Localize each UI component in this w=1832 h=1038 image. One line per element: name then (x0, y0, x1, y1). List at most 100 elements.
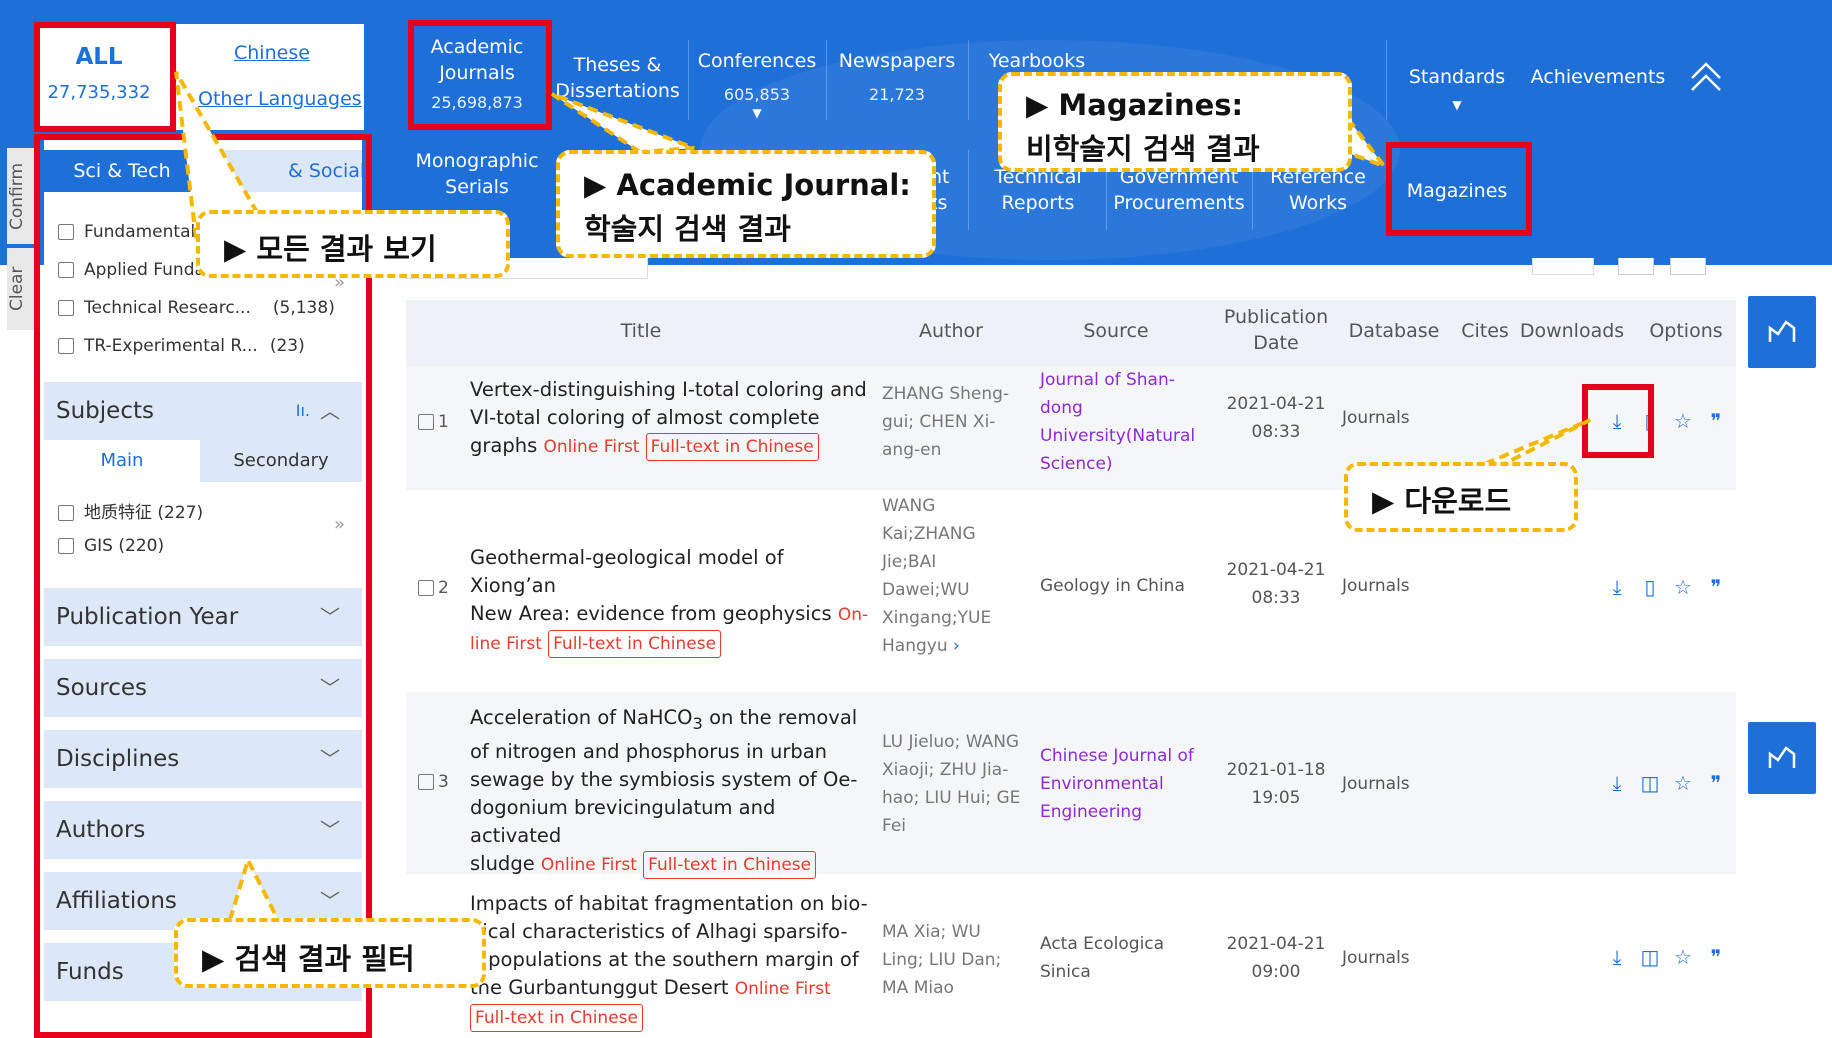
favorite-star-icon[interactable]: ☆ (1672, 410, 1694, 432)
author-line: ang-en (882, 440, 942, 460)
cite-icon[interactable]: ❞ (1705, 946, 1727, 968)
row-source-link[interactable]: Journal of Shan- dong University(Natural… (1040, 366, 1195, 478)
tab-newspapers-label: Newspapers (838, 50, 956, 72)
read-online-icon[interactable]: ◫ (1639, 946, 1661, 968)
tab-newspapers[interactable]: Newspapers 21,723 (830, 48, 964, 108)
checkbox[interactable] (418, 774, 434, 790)
callout-text: ▶ 다운로드 (1372, 484, 1512, 518)
title-part: Acceleration of NaHCO (470, 706, 693, 729)
visual-analysis-button[interactable] (1748, 722, 1816, 794)
checkbox[interactable] (418, 414, 434, 430)
cite-icon[interactable]: ❞ (1705, 772, 1727, 794)
row-author[interactable]: WANG Kai;ZHANG Jie;BAI Dawei;WU Xingang;… (882, 492, 991, 660)
col-downloads[interactable]: Downloads (1516, 320, 1628, 342)
table-row: Impacts of habitat fragmentation on bio-… (406, 874, 1736, 1038)
col-source[interactable]: Source (1066, 320, 1166, 342)
row-checkbox[interactable]: 1 (418, 412, 449, 432)
tab-standards[interactable]: Standards ▼ (1392, 64, 1522, 120)
row-author[interactable]: LU Jieluo; WANG Xiaoji; ZHU Jia- hao; LI… (882, 728, 1020, 840)
highlight-all-scope (34, 22, 176, 132)
source-line: Chinese Journal of (1040, 746, 1194, 766)
nav-divider (968, 150, 969, 230)
author-line: MA Miao (882, 978, 954, 998)
title-line: graphs (470, 434, 538, 457)
row-checkbox[interactable]: 3 (418, 772, 449, 792)
row-database: Journals (1342, 948, 1410, 968)
source-line: Engineering (1040, 802, 1142, 822)
scope-other-languages-link[interactable]: Other Languages (198, 88, 362, 110)
title-line: gical characteristics of Alhagi sparsifo… (470, 920, 848, 943)
row-date: 2021-04-21 08:33 (1206, 390, 1346, 446)
title-line: dogonium brevicingulatum and activated (470, 795, 776, 847)
row-title-link[interactable]: Impacts of habitat fragmentation on bio-… (470, 890, 870, 1032)
date-text: 2021-04-21 (1226, 934, 1326, 954)
chevron-down-icon: ▼ (752, 106, 762, 120)
checkbox[interactable] (418, 580, 434, 596)
title-line: of nitrogen and phosphorus in urban (470, 739, 828, 763)
tab-conferences-count: 605,853 (723, 85, 791, 104)
col-author[interactable]: Author (906, 320, 996, 342)
tab-reference-label2: Works (1288, 192, 1347, 214)
row-checkbox[interactable]: 2 (418, 578, 449, 598)
download-icon[interactable]: ⤓ (1606, 576, 1628, 598)
col-cites[interactable]: Cites (1452, 320, 1518, 342)
tab-theses[interactable]: Theses & Dissertations (550, 52, 685, 104)
row-number: 1 (438, 412, 449, 432)
download-icon[interactable]: ⤓ (1606, 772, 1628, 794)
html-read-icon[interactable]: ▯ (1639, 576, 1661, 598)
download-icon[interactable]: ⤓ (1606, 946, 1628, 968)
row-source-link[interactable]: Geology in China (1040, 572, 1185, 600)
tab-yearbooks[interactable]: Yearbooks (972, 48, 1102, 74)
trend-chart-icon (1768, 746, 1796, 768)
scope-chinese-link[interactable]: Chinese (234, 42, 310, 64)
row-title-link[interactable]: Geothermal-geological model of Xiong’an … (470, 544, 870, 658)
row-date: 2021-01-18 19:05 (1206, 756, 1346, 812)
favorite-star-icon[interactable]: ☆ (1672, 946, 1694, 968)
callout-text: ▶ 모든 결과 보기 (224, 232, 437, 266)
author-line: hao; LIU Hui; GE (882, 788, 1021, 808)
row-title-link[interactable]: Vertex-distinguishing Ⅰ-total coloring a… (470, 376, 870, 461)
row-database: Journals (1342, 408, 1410, 428)
cite-icon[interactable]: ❞ (1705, 576, 1727, 598)
title-line: Vertex-distinguishing Ⅰ-total coloring a… (470, 378, 867, 401)
list-view-icon[interactable] (1618, 258, 1654, 275)
tab-conferences[interactable]: Conferences 605,853 ▼ (692, 48, 822, 120)
author-line: Xingang;YUE (882, 608, 992, 628)
read-online-icon[interactable]: ◫ (1639, 772, 1661, 794)
page-size-select[interactable] (1532, 258, 1594, 275)
col-database[interactable]: Database (1334, 320, 1454, 342)
row-source-link[interactable]: Chinese Journal of Environmental Enginee… (1040, 742, 1194, 826)
tab-technical-label2: Reports (1001, 192, 1075, 214)
expand-authors-icon[interactable]: › (953, 636, 960, 656)
callout-text: ▶ Magazines: (1026, 88, 1244, 122)
title-line: New Area: evidence from geophysics (470, 602, 832, 625)
row-database: Journals (1342, 576, 1410, 596)
collapse-up-icon[interactable] (1688, 58, 1724, 94)
col-publication-date[interactable]: Publication Date (1206, 304, 1346, 356)
time-text: 19:05 (1251, 788, 1301, 808)
fulltext-badge[interactable]: Full-text in Chinese (470, 1004, 643, 1032)
cite-icon[interactable]: ❞ (1705, 410, 1727, 432)
fulltext-badge[interactable]: Full-text in Chinese (548, 630, 722, 658)
author-line: WANG (882, 496, 936, 516)
col-title[interactable]: Title (596, 320, 686, 342)
row-source-link[interactable]: Acta Ecologica Sinica (1040, 930, 1164, 986)
row-author[interactable]: ZHANG Sheng- gui; CHEN Xi- ang-en (882, 380, 1009, 464)
clear-tab[interactable]: Clear (7, 248, 37, 330)
title-line: sludge (470, 851, 535, 875)
visual-analysis-button[interactable] (1748, 296, 1816, 368)
detail-view-icon[interactable] (1670, 258, 1706, 275)
row-title-link[interactable]: Acceleration of NaHCO3 on the removal of… (470, 704, 870, 879)
source-line: dong (1040, 398, 1083, 418)
favorite-star-icon[interactable]: ☆ (1672, 772, 1694, 794)
author-line: LU Jieluo; WANG (882, 732, 1020, 752)
tab-monographic-serials[interactable]: Monographic Serials (412, 148, 542, 200)
tab-monographic-label1: Monographic (415, 150, 539, 172)
favorite-star-icon[interactable]: ☆ (1672, 576, 1694, 598)
col-pubdate-line2: Date (1253, 332, 1299, 354)
tab-newspapers-count: 21,723 (869, 85, 925, 104)
confirm-tab[interactable]: Confirm (7, 148, 37, 244)
fulltext-badge[interactable]: Full-text in Chinese (645, 433, 819, 461)
row-author[interactable]: MA Xia; WU Ling; LIU Dan; MA Miao (882, 918, 1001, 1002)
tab-achievements[interactable]: Achievements (1526, 64, 1670, 90)
